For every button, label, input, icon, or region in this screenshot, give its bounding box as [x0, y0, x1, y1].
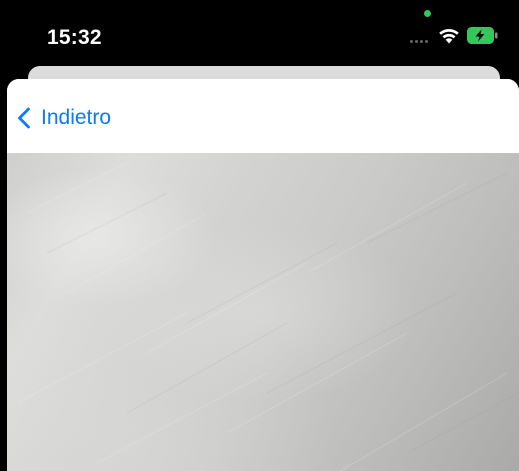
navigation-bar: Indietro	[7, 79, 519, 153]
cellular-dots-icon	[410, 40, 432, 44]
camera-in-use-indicator	[424, 10, 431, 17]
modal-sheet: Indietro	[7, 79, 519, 471]
chevron-left-icon	[18, 107, 30, 129]
camera-preview[interactable]	[7, 153, 519, 471]
camera-texture	[16, 162, 519, 471]
phone-screen: 15:32 Indietro	[0, 0, 519, 471]
back-label: Indietro	[41, 106, 112, 129]
battery-charging-icon	[467, 27, 498, 44]
status-time: 15:32	[47, 26, 102, 49]
back-button[interactable]: Indietro	[17, 103, 111, 133]
wifi-icon	[439, 28, 459, 44]
status-bar: 15:32	[0, 0, 519, 70]
